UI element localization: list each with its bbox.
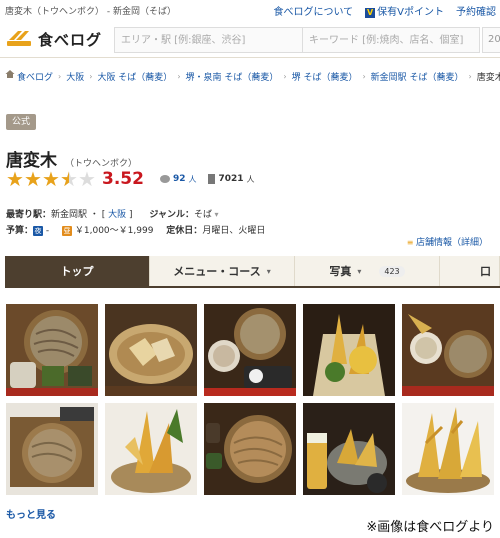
photo-thumbnail — [6, 403, 98, 495]
soba-set-photo[interactable] — [204, 304, 296, 396]
lunch-icon: 昼 — [62, 226, 73, 236]
chevron-right-icon: › — [89, 72, 93, 81]
v-point-link[interactable]: V 保有Vポイント — [365, 3, 444, 18]
photo-thumbnail — [402, 304, 494, 396]
site-header: 食べログ 20 — [0, 22, 500, 58]
top-utility-bar: 唐変木（トウヘンボク） - 新金岡（そば） 食べログについて V 保有Vポイント … — [0, 0, 500, 20]
breadcrumb-item[interactable]: 食べログ — [17, 70, 53, 83]
tempura-basket-photo[interactable] — [105, 304, 197, 396]
breadcrumb: 食べログ › 大阪 › 大阪 そば（蕎麦） › 堺・泉南 そば（蕎麦） › 堺 そば（蕎麦） › 新… — [0, 66, 500, 86]
page-heading-text: 唐変木（トウヘンボク） - 新金岡（そば） — [5, 7, 176, 17]
tab-reviews[interactable]: 口 — [440, 256, 500, 286]
reservation-check-link[interactable]: 予約確認 — [456, 3, 496, 18]
seiro-soba-photo[interactable] — [204, 403, 296, 495]
tabelog-logo-icon — [5, 28, 35, 50]
chevron-right-icon: › — [362, 72, 366, 81]
utility-links: 食べログについて V 保有Vポイント 予約確認 — [273, 3, 496, 18]
photo-thumbnail — [105, 304, 197, 396]
dinner-icon: 夜 — [33, 226, 44, 236]
budget-row: 予算：夜 - 昼 ￥1,000～￥1,999 定休日：月曜日、火曜日 — [6, 226, 266, 236]
chevron-right-icon: › — [468, 72, 472, 81]
rating-row: ★★★★★ 3.52 92 人 7021 人 — [6, 168, 255, 190]
chevron-right-icon: › — [177, 72, 181, 81]
breadcrumb-items: 食べログ › 大阪 › 大阪 そば（蕎麦） › 堺・泉南 そば（蕎麦） › 堺 そば（蕎麦） › 新… — [17, 70, 500, 83]
restaurant-tabs: トップ メニュー・コース ▾ 写真 ▾ 423 口 — [5, 256, 500, 288]
review-count[interactable]: 92 人 — [159, 174, 196, 185]
breadcrumb-item[interactable]: 堺 そば（蕎麦） — [292, 70, 358, 83]
tab-top[interactable]: トップ — [5, 256, 150, 286]
closed-days: 月曜日、火曜日 — [202, 226, 266, 236]
home-icon[interactable] — [5, 69, 15, 82]
vegetable-tempura-photo[interactable] — [303, 304, 395, 396]
bookmark-icon — [208, 174, 216, 184]
list-icon: ≡ — [406, 238, 416, 247]
keyword-search-box — [302, 27, 480, 53]
zaru-soba-photo[interactable] — [6, 304, 98, 396]
star-icon: ★ — [78, 167, 96, 191]
tabelog-logo[interactable]: 食べログ — [5, 26, 102, 52]
photo-thumbnail — [303, 304, 395, 396]
logo-text: 食べログ — [38, 30, 103, 49]
keyword-search-input[interactable] — [303, 28, 479, 52]
genre-value: そば — [193, 210, 212, 220]
breadcrumb-item[interactable]: 堺・泉南 そば（蕎麦） — [186, 70, 279, 83]
zaru-soba-wood-photo[interactable] — [6, 403, 98, 495]
tab-photos[interactable]: 写真 ▾ 423 — [295, 256, 440, 286]
rating-stars: ★ ★ ★ ★ ★ — [6, 168, 96, 190]
image-credit: ※画像は食べログより — [366, 520, 494, 535]
star-icon: ★ — [6, 167, 24, 191]
shop-info-link[interactable]: ≡ 店舗情報（詳細） — [407, 235, 488, 248]
official-badge: 公式 — [6, 114, 36, 130]
about-tabelog-link[interactable]: 食べログについて — [273, 3, 353, 18]
chevron-down-icon: ▾ — [266, 266, 271, 276]
star-icon: ★ — [42, 167, 60, 191]
photo-thumbnail — [402, 403, 494, 495]
breadcrumb-item[interactable]: 新金岡駅 そば（蕎麦） — [371, 70, 464, 83]
breadcrumb-item[interactable]: 大阪 そば（蕎麦） — [97, 70, 172, 83]
station-genre-row: 最寄り駅：新金岡駅 ・ [ 大阪 ] ジャンル：そば ▾ — [6, 210, 219, 220]
star-icon: ★ — [24, 167, 42, 191]
photo-thumbnail — [105, 403, 197, 495]
photo-thumbnail — [204, 304, 296, 396]
photo-count-badge: 423 — [379, 265, 405, 277]
station-link[interactable]: 新金岡駅 — [51, 210, 87, 220]
area-search-input[interactable] — [115, 28, 303, 52]
large-tempura-photo[interactable] — [402, 403, 494, 495]
shrimp-tempura-photo[interactable] — [105, 403, 197, 495]
tab-menu-course[interactable]: メニュー・コース ▾ — [150, 256, 295, 286]
station-area-link[interactable]: 大阪 — [105, 210, 129, 220]
photo-thumbnail — [204, 403, 296, 495]
comment-icon — [159, 175, 170, 183]
breadcrumb-item: 唐変木 — [476, 73, 500, 83]
chevron-down-icon: ▾ — [357, 266, 362, 276]
chevron-right-icon: › — [283, 72, 287, 81]
beer-tempura-photo[interactable] — [303, 403, 395, 495]
more-photos-link[interactable]: もっと見る — [6, 506, 56, 521]
v-point-icon: V — [365, 8, 376, 18]
chevron-right-icon: › — [58, 72, 62, 81]
photo-thumbnail — [6, 304, 98, 396]
date-search-field[interactable]: 20 — [482, 27, 500, 53]
save-count: 7021 人 — [208, 174, 255, 185]
soba-meal-photo[interactable] — [402, 304, 494, 396]
photo-thumbnail — [303, 403, 395, 495]
area-search-box — [114, 27, 304, 53]
breadcrumb-item[interactable]: 大阪 — [66, 70, 84, 83]
rating-score: 3.52 — [102, 169, 144, 189]
star-icon: ★ — [60, 168, 78, 190]
